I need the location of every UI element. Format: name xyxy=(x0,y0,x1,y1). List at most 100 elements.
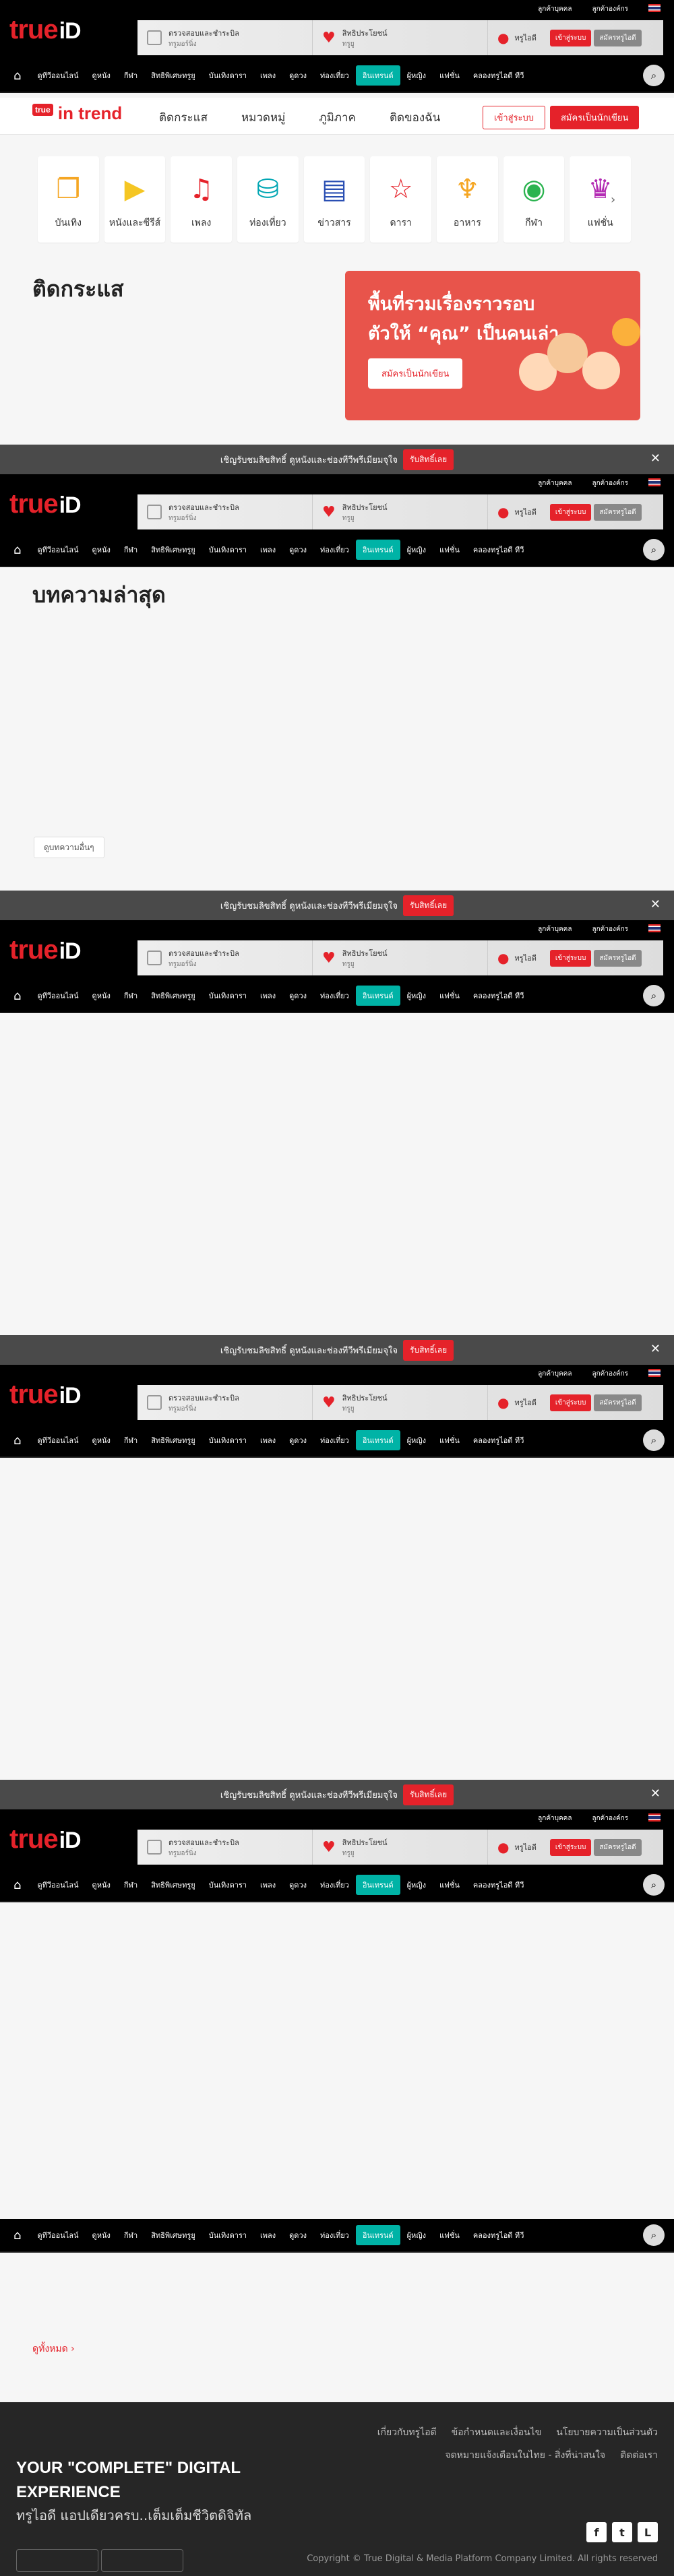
nav-item-intrend[interactable]: อินเทรนด์ xyxy=(355,1430,400,1450)
nav-item[interactable]: คลองทรูไอดี ทีวี xyxy=(466,1875,530,1895)
category-item[interactable]: ❐ บันเทิง xyxy=(38,156,99,243)
nav-item[interactable]: ดูหนัง xyxy=(86,1875,117,1895)
nav-item[interactable]: กีฬา xyxy=(117,65,144,86)
twitter-icon[interactable]: t xyxy=(612,2522,632,2542)
home-icon[interactable]: ⌂ xyxy=(13,989,21,1003)
category-item[interactable]: ♆ อาหาร xyxy=(437,156,498,243)
subnav-trending[interactable]: ติดกระแส xyxy=(159,108,208,127)
nav-item[interactable]: ผู้หญิง xyxy=(400,65,433,86)
close-icon[interactable]: ✕ xyxy=(650,1342,661,1356)
login-button[interactable]: เข้าสู่ระบบ xyxy=(549,1394,592,1411)
nav-item[interactable]: บันเทิงดารา xyxy=(202,1875,253,1895)
nav-item[interactable]: ดูหนัง xyxy=(86,2225,117,2245)
nav-item[interactable]: ดูหนัง xyxy=(86,986,117,1006)
nav-item[interactable]: ดูหนัง xyxy=(86,65,117,86)
intrend-login-button[interactable]: เข้าสู่ระบบ xyxy=(483,106,546,129)
close-icon[interactable]: ✕ xyxy=(650,1786,661,1801)
top-link-business[interactable]: ลูกค้าองค์กร xyxy=(592,924,629,934)
banner-become-writer-button[interactable]: สมัครเป็นนักเขียน xyxy=(368,358,463,389)
nav-item[interactable]: บันเทิงดารา xyxy=(202,2225,253,2245)
login-button[interactable]: เข้าสู่ระบบ xyxy=(549,503,592,521)
nav-item[interactable]: ท่องเที่ยว xyxy=(313,1430,356,1450)
category-item[interactable]: ◉ กีฬา xyxy=(503,156,565,243)
nav-item[interactable]: คลองทรูไอดี ทีวี xyxy=(466,540,530,560)
nav-item[interactable]: ท่องเที่ยว xyxy=(313,540,356,560)
nav-item[interactable]: บันเทิงดารา xyxy=(202,1430,253,1450)
category-item[interactable]: ♫ เพลง xyxy=(171,156,233,243)
register-button[interactable]: สมัครทรูไอดี xyxy=(594,1394,642,1411)
nav-item[interactable]: บันเทิงดารา xyxy=(202,540,253,560)
google-play-badge[interactable] xyxy=(101,2549,183,2572)
thai-flag-icon[interactable] xyxy=(648,924,661,932)
nav-item[interactable]: สิทธิพิเศษทรูยู xyxy=(144,65,202,86)
top-link-business[interactable]: ลูกค้าองค์กร xyxy=(592,4,629,14)
nav-item[interactable]: สิทธิพิเศษทรูยู xyxy=(144,2225,202,2245)
promo-cta-button[interactable]: รับสิทธิ์เลย xyxy=(403,1339,454,1361)
nav-item[interactable]: สิทธิพิเศษทรูยู xyxy=(144,540,202,560)
nav-item[interactable]: ท่องเที่ยว xyxy=(313,986,356,1006)
nav-item[interactable]: ผู้หญิง xyxy=(400,1430,433,1450)
nav-item[interactable]: ดูทีวีออนไลน์ xyxy=(30,540,85,560)
trueid-logo[interactable]: trueiD xyxy=(9,935,82,965)
nav-item[interactable]: ดูดวง xyxy=(282,986,313,1006)
nav-item[interactable]: คลองทรูไอดี ทีวี xyxy=(466,65,530,86)
nav-item[interactable]: เพลง xyxy=(253,1430,282,1450)
close-icon[interactable]: ✕ xyxy=(650,897,661,911)
nav-item[interactable]: ดูทีวีออนไลน์ xyxy=(30,2225,85,2245)
subnav-mine[interactable]: ติดของฉัน xyxy=(390,108,440,127)
nav-item-intrend[interactable]: อินเทรนด์ xyxy=(355,65,400,86)
nav-item[interactable]: บันเทิงดารา xyxy=(202,986,253,1006)
footer-link[interactable]: ข้อกำหนดและเงื่อนไข xyxy=(452,2425,542,2440)
app-store-badge[interactable] xyxy=(16,2549,98,2572)
footer-link[interactable]: ติดต่อเรา xyxy=(620,2448,658,2463)
nav-item[interactable]: ดูทีวีออนไลน์ xyxy=(30,65,85,86)
home-icon[interactable]: ⌂ xyxy=(13,1878,21,1892)
bill-box[interactable]: ตรวจสอบและชำระบิล ทรูมอร์นิ่ง xyxy=(137,1385,313,1420)
trueid-logo[interactable]: trueiD xyxy=(9,15,82,45)
footer-link[interactable]: เกี่ยวกับทรูไอดี xyxy=(377,2425,437,2440)
bill-box[interactable]: ตรวจสอบและชำระบิล ทรูมอร์นิ่ง xyxy=(137,494,313,529)
promo-cta-button[interactable]: รับสิทธิ์เลย xyxy=(403,895,454,916)
bill-box[interactable]: ตรวจสอบและชำระบิล ทรูมอร์นิ่ง xyxy=(137,940,313,975)
top-link-personal[interactable]: ลูกค้าบุคคล xyxy=(538,1369,572,1379)
nav-item[interactable]: เพลง xyxy=(253,986,282,1006)
privilege-box[interactable]: ♥ สิทธิประโยชน์ ทรูยู xyxy=(313,1385,488,1420)
subnav-region[interactable]: ภูมิภาค xyxy=(319,108,356,127)
login-button[interactable]: เข้าสู่ระบบ xyxy=(549,29,592,46)
nav-item[interactable]: กีฬา xyxy=(117,2225,144,2245)
search-icon[interactable]: ⌕ xyxy=(643,1874,665,1896)
top-link-personal[interactable]: ลูกค้าบุคคล xyxy=(538,478,572,488)
footer-link[interactable]: จดหมายแจ้งเตือนในไทย - สิ่งที่น่าสนใจ xyxy=(445,2448,605,2463)
search-icon[interactable]: ⌕ xyxy=(643,985,665,1006)
nav-item[interactable]: ดูดวง xyxy=(282,2225,313,2245)
nav-item[interactable]: คลองทรูไอดี ทีวี xyxy=(466,986,530,1006)
nav-item[interactable]: ดูดวง xyxy=(282,1430,313,1450)
bill-box[interactable]: ตรวจสอบและชำระบิล ทรูมอร์นิ่ง xyxy=(137,1830,313,1865)
category-item[interactable]: ▤ ข่าวสาร xyxy=(303,156,365,243)
nav-item[interactable]: คลองทรูไอดี ทีวี xyxy=(466,2225,530,2245)
nav-item[interactable]: ท่องเที่ยว xyxy=(313,2225,356,2245)
search-icon[interactable]: ⌕ xyxy=(643,2224,665,2246)
nav-item-intrend[interactable]: อินเทรนด์ xyxy=(355,1875,400,1895)
nav-item[interactable]: เพลง xyxy=(253,540,282,560)
nav-item-intrend[interactable]: อินเทรนด์ xyxy=(355,2225,400,2245)
become-writer-button[interactable]: สมัครเป็นนักเขียน xyxy=(550,106,640,129)
promo-cta-button[interactable]: รับสิทธิ์เลย xyxy=(403,449,454,470)
trueid-logo[interactable]: trueiD xyxy=(9,489,82,519)
register-button[interactable]: สมัครทรูไอดี xyxy=(594,29,642,46)
top-link-business[interactable]: ลูกค้าองค์กร xyxy=(592,1369,629,1379)
promo-cta-button[interactable]: รับสิทธิ์เลย xyxy=(403,1784,454,1805)
nav-item[interactable]: บันเทิงดารา xyxy=(202,65,253,86)
nav-item[interactable]: กีฬา xyxy=(117,986,144,1006)
register-button[interactable]: สมัครทรูไอดี xyxy=(594,1838,642,1856)
nav-item[interactable]: กีฬา xyxy=(117,1430,144,1450)
intrend-logo[interactable]: true in trend xyxy=(32,103,122,124)
thai-flag-icon[interactable] xyxy=(648,4,661,12)
privilege-box[interactable]: ♥ สิทธิประโยชน์ ทรูยู xyxy=(313,20,488,55)
nav-item[interactable]: ท่องเที่ยว xyxy=(313,1875,356,1895)
nav-item[interactable]: ดูหนัง xyxy=(86,1430,117,1450)
search-icon[interactable]: ⌕ xyxy=(643,65,665,86)
see-all-link[interactable]: ดูทั้งหมด › xyxy=(32,2342,75,2356)
home-icon[interactable]: ⌂ xyxy=(13,543,21,557)
nav-item[interactable]: ผู้หญิง xyxy=(400,986,433,1006)
